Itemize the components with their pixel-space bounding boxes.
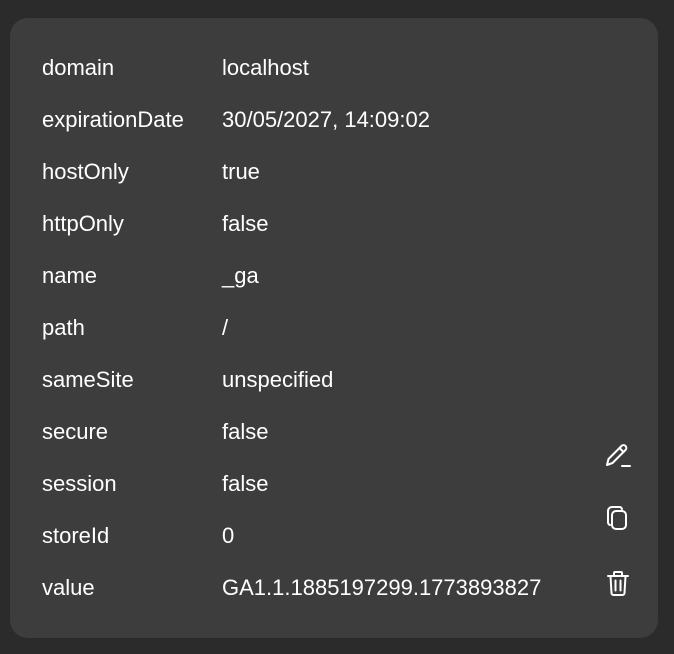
cookie-row-secure: secure false bbox=[42, 406, 602, 458]
cookie-row-session: session false bbox=[42, 458, 602, 510]
property-key: name bbox=[42, 263, 98, 288]
property-key: domain bbox=[42, 55, 115, 80]
property-value: unspecified bbox=[222, 367, 334, 392]
property-value: 30/05/2027, 14:09:02 bbox=[222, 107, 430, 132]
property-value: localhost bbox=[222, 55, 309, 80]
property-key: storeId bbox=[42, 523, 110, 548]
cookie-row-httponly: httpOnly false bbox=[42, 198, 602, 250]
property-value: false bbox=[222, 419, 269, 444]
property-value: false bbox=[222, 471, 269, 496]
cookie-row-hostonly: hostOnly true bbox=[42, 146, 602, 198]
cookie-row-name: name _ga bbox=[42, 250, 602, 302]
property-key: value bbox=[42, 575, 95, 600]
property-key: sameSite bbox=[42, 367, 134, 392]
property-key: expirationDate bbox=[42, 107, 184, 132]
copy-button[interactable] bbox=[602, 503, 634, 535]
delete-button[interactable] bbox=[602, 567, 634, 599]
property-value: GA1.1.1885197299.1773893827 bbox=[222, 575, 542, 600]
property-key: session bbox=[42, 471, 117, 496]
copy-icon bbox=[607, 506, 627, 530]
property-value: false bbox=[222, 211, 269, 236]
cookie-actions bbox=[602, 439, 634, 631]
property-value: / bbox=[222, 315, 229, 340]
trash-icon bbox=[607, 571, 629, 596]
cookie-row-samesite: sameSite unspecified bbox=[42, 354, 602, 406]
property-value: _ga bbox=[222, 263, 259, 288]
cookie-row-path: path / bbox=[42, 302, 602, 354]
pencil-icon bbox=[606, 444, 631, 467]
property-value: true bbox=[222, 159, 260, 184]
property-key: path bbox=[42, 315, 85, 340]
cookie-row-storeid: storeId 0 bbox=[42, 510, 602, 562]
cookie-row-domain: domain localhost bbox=[42, 42, 602, 94]
property-key: hostOnly bbox=[42, 159, 129, 184]
property-key: httpOnly bbox=[42, 211, 124, 236]
cookie-card: domain localhost expirationDate 30/05/20… bbox=[10, 18, 658, 638]
cookie-row-expirationdate: expirationDate 30/05/2027, 14:09:02 bbox=[42, 94, 602, 146]
property-key: secure bbox=[42, 419, 109, 444]
cookie-row-value: value GA1.1.1885197299.1773893827 bbox=[42, 562, 602, 614]
property-value: 0 bbox=[222, 523, 235, 548]
cookie-properties: domain localhost expirationDate 30/05/20… bbox=[42, 42, 602, 614]
edit-button[interactable] bbox=[602, 439, 634, 471]
